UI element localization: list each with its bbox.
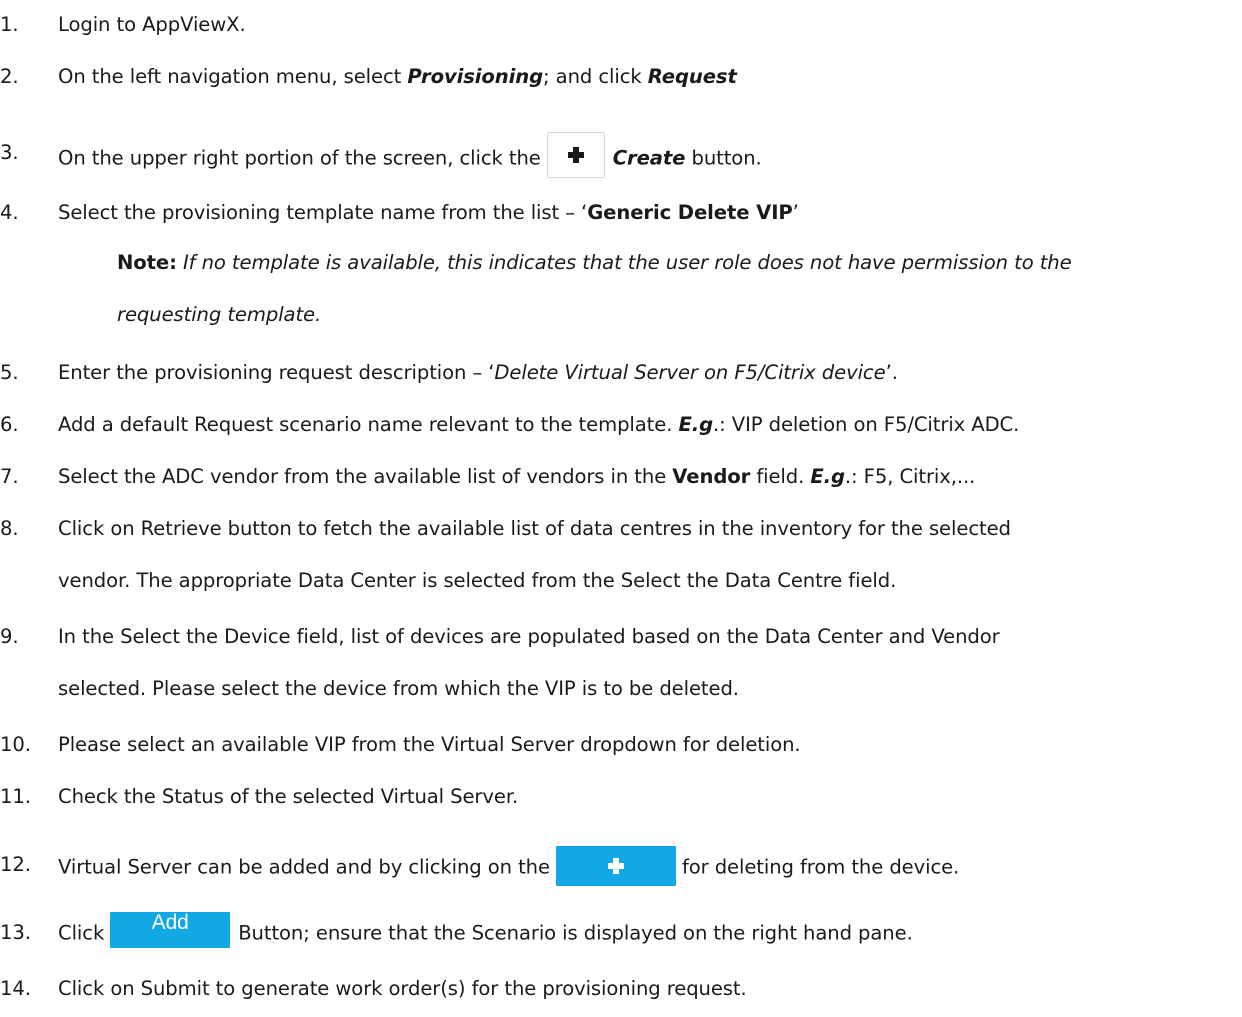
step-9-continued: selected. Please select the device from … [58, 677, 739, 700]
step-text: Login to AppViewX. [58, 13, 246, 36]
step-number: 8. [0, 517, 19, 540]
example-label: E.g [810, 465, 845, 488]
example-label: E.g [678, 413, 714, 436]
plus-icon [567, 147, 584, 163]
step-text: Enter the provisioning request descripti… [58, 361, 898, 384]
menu-provisioning: Provisioning [407, 65, 544, 88]
step-text: In the Select the Device field, list of … [58, 625, 1000, 648]
step-number: 11. [0, 785, 31, 808]
step-number: 9. [0, 625, 19, 648]
step-number: 3. [0, 141, 19, 164]
step-text: Select the ADC vendor from the available… [58, 465, 976, 488]
step-number: 6. [0, 413, 19, 436]
step-8-continued: vendor. The appropriate Data Center is s… [58, 569, 897, 592]
step-number: 5. [0, 361, 19, 384]
step-number: 10. [0, 733, 31, 756]
note-line-1: Note: If no template is available, this … [117, 246, 1072, 280]
step-text: Click on Submit to generate work order(s… [58, 977, 747, 1000]
step-text: Select the provisioning template name fr… [58, 201, 799, 224]
step-text: On the upper right portion of the screen… [58, 132, 762, 182]
step-text: Please select an available VIP from the … [58, 733, 801, 756]
instruction-document: 1. Login to AppViewX. 2. On the left nav… [0, 0, 1242, 1017]
step-number: 4. [0, 201, 19, 224]
request-description: Delete Virtual Server on F5/Citrix devic… [494, 361, 886, 384]
note-text: If no template is available, this indica… [176, 251, 1072, 274]
step-number: 2. [0, 65, 19, 88]
step-number: 13. [0, 921, 31, 944]
template-name: Generic Delete VIP [587, 201, 793, 224]
step-text: Add a default Request scenario name rele… [58, 413, 1020, 436]
note-line-2: requesting template. [117, 298, 321, 332]
step-text: Click Add Button; ensure that the Scenario… [58, 912, 913, 952]
create-button[interactable] [546, 132, 605, 178]
note-text-continued: requesting template. [117, 303, 322, 326]
step-number: 7. [0, 465, 19, 488]
add-virtual-server-button[interactable] [555, 846, 676, 886]
step-number: 14. [0, 977, 31, 1000]
step-text: Virtual Server can be added and by click… [58, 846, 959, 888]
step-text: Click on Retrieve button to fetch the av… [58, 517, 1011, 540]
create-label: Create [612, 146, 686, 170]
step-text: On the left navigation menu, select Prov… [58, 65, 737, 88]
add-button[interactable]: Add [110, 912, 231, 948]
menu-request: Request [647, 65, 737, 88]
step-number: 1. [0, 13, 19, 36]
note-label: Note: [117, 251, 177, 274]
step-number: 12. [0, 853, 31, 876]
plus-icon [607, 858, 624, 874]
step-text: Check the Status of the selected Virtual… [58, 785, 519, 808]
vendor-field-name: Vendor [672, 465, 751, 488]
